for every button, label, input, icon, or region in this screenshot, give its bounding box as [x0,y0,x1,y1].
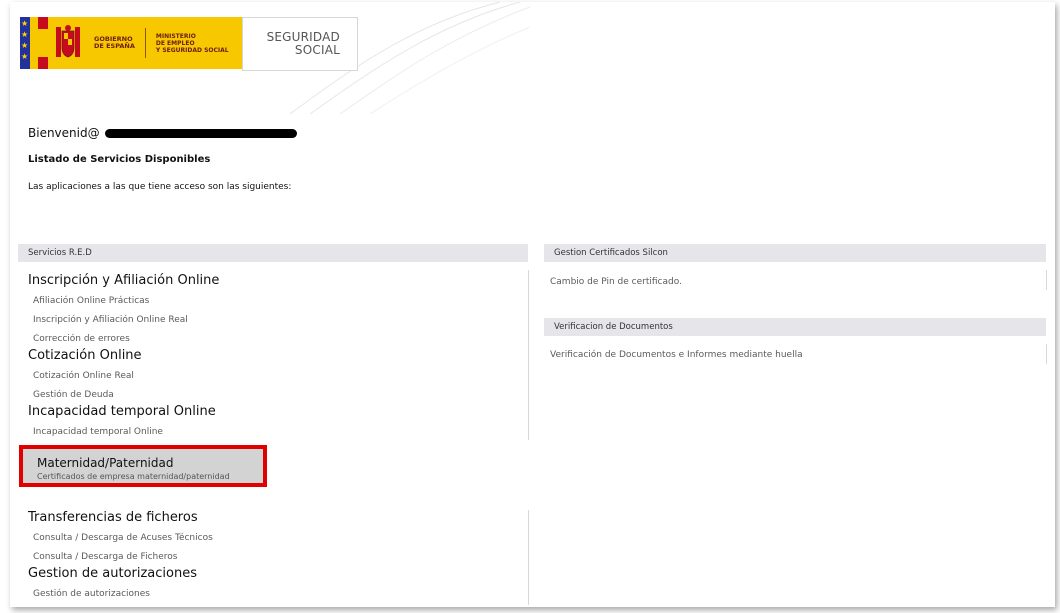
seguridad-social-logo: SEGURIDAD SOCIAL [242,17,358,71]
link-correccion-errores[interactable]: Corrección de errores [33,334,130,344]
gobierno-text: GOBIERNO DE ESPAÑA [94,35,135,50]
page-subtitle: Las aplicaciones a las que tiene acceso … [28,182,292,192]
ministerio-text: MINISTERIO DE EMPLEO Y SEGURIDAD SOCIAL [155,32,229,54]
group-title-autorizaciones: Gestion de autorizaciones [28,566,197,581]
redacted-username [104,128,297,138]
highlighted-maternidad-box[interactable]: Maternidad/Paternidad Certificados de em… [19,445,267,487]
logo-divider [144,28,146,58]
eu-spain-flag-icon: ★ ★ ★ ★ [20,17,50,69]
link-descarga-ficheros[interactable]: Consulta / Descarga de Ficheros [33,552,177,562]
link-cotizacion-real[interactable]: Cotización Online Real [33,371,134,381]
link-afiliacion-practicas[interactable]: Afiliación Online Prácticas [33,296,149,306]
group-title-transferencias: Transferencias de ficheros [28,510,198,525]
coat-of-arms-icon [56,25,80,58]
header: ★ ★ ★ ★ GOBIERNO DE ESPAÑA MINISTERIO DE… [10,2,1055,114]
link-gestion-deuda[interactable]: Gestión de Deuda [33,390,114,400]
column-divider [528,270,529,440]
column-divider-lower [528,510,529,605]
link-inscripcion-real[interactable]: Inscripción y Afiliación Online Real [33,315,188,325]
link-incapacidad-temporal[interactable]: Incapacidad temporal Online [33,427,163,437]
link-certificados-maternidad[interactable]: Certificados de empresa maternidad/pater… [37,472,230,481]
section-bar-servicios-red: Servicios R.E.D [18,244,528,262]
group-title-cotizacion: Cotización Online [28,348,142,363]
section-bar-verificacion-documentos: Verificacion de Documentos [544,318,1046,336]
group-title-incapacidad: Incapacidad temporal Online [28,404,216,419]
link-verificacion-huella[interactable]: Verificación de Documentos e Informes me… [550,350,803,360]
group-title-inscripcion: Inscripción y Afiliación Online [28,273,220,288]
services-page: ★ ★ ★ ★ GOBIERNO DE ESPAÑA MINISTERIO DE… [10,2,1055,607]
group-title-maternidad: Maternidad/Paternidad [37,456,174,470]
section-bar-certificados-silcon: Gestion Certificados Silcon [544,244,1046,262]
link-acuses-tecnicos[interactable]: Consulta / Descarga de Acuses Técnicos [33,533,213,543]
welcome-line: Bienvenid@ [28,126,297,140]
page-title: Listado de Servicios Disponibles [28,154,211,165]
right-divider-2 [1046,344,1047,364]
link-gestion-autorizaciones[interactable]: Gestión de autorizaciones [33,589,150,599]
right-divider-1 [1046,270,1047,290]
gobierno-logo: ★ ★ ★ ★ GOBIERNO DE ESPAÑA MINISTERIO DE… [20,17,244,69]
link-cambio-pin[interactable]: Cambio de Pin de certificado. [550,277,682,287]
welcome-greeting: Bienvenid@ [28,126,100,140]
